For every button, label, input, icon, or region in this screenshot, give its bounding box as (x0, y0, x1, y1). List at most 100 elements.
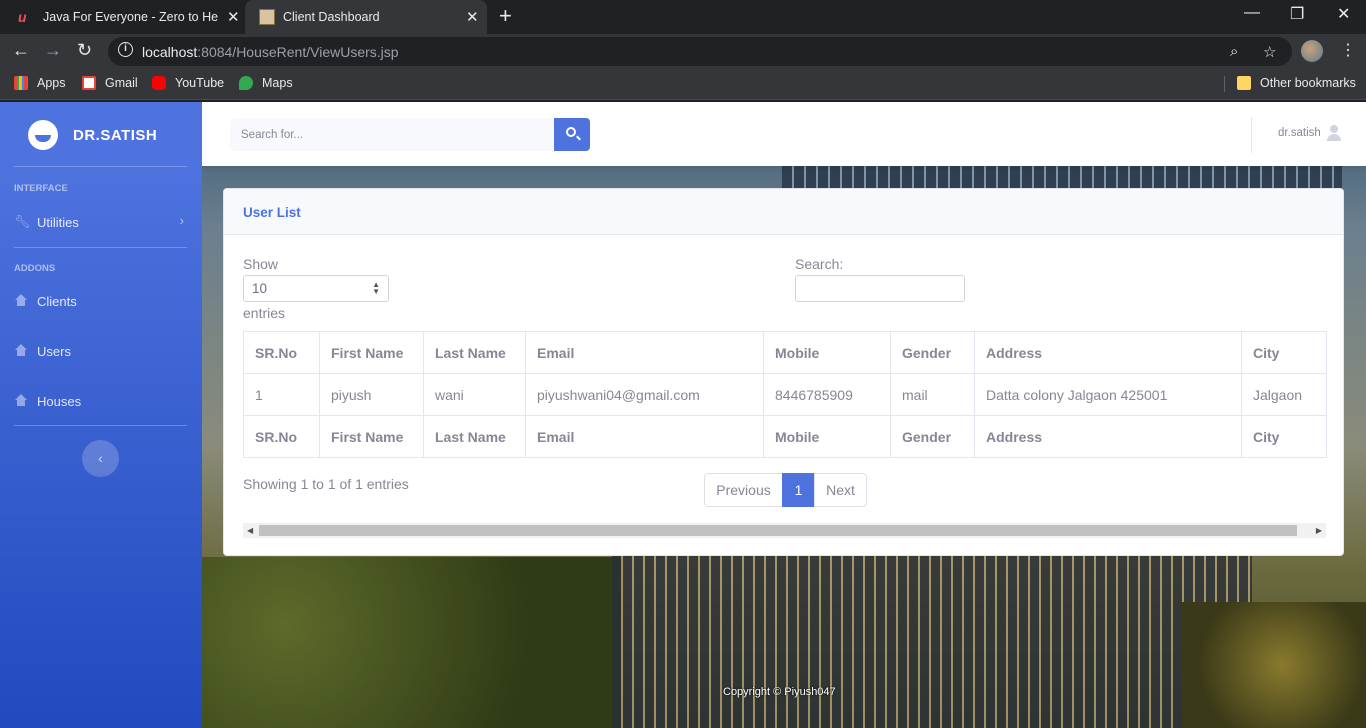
url-host: localhost (142, 44, 198, 60)
column-header[interactable]: Mobile (763, 331, 891, 374)
column-footer: Address (974, 415, 1242, 458)
scrollbar-thumb[interactable] (259, 525, 1297, 536)
close-window-icon[interactable]: ✕ (1337, 4, 1350, 24)
restore-icon[interactable]: ❐ (1290, 4, 1304, 24)
back-icon[interactable]: ← (12, 40, 30, 61)
card-title: User List (243, 205, 301, 220)
bookmark-other[interactable]: Other bookmarks (1237, 76, 1356, 90)
select-arrows-icon: ▲ ▼ (372, 280, 380, 296)
column-header[interactable]: First Name (319, 331, 424, 374)
column-footer: Email (525, 415, 764, 458)
user-icon[interactable] (1326, 125, 1342, 141)
background-photo (202, 557, 622, 728)
reload-icon[interactable]: ↻ (77, 40, 92, 61)
show-label: Show (243, 256, 279, 272)
site-info-icon[interactable]: i (118, 42, 133, 57)
search-input[interactable] (230, 118, 554, 151)
profile-avatar[interactable] (1301, 40, 1323, 62)
gmail-icon (82, 76, 96, 90)
browser-tab-strip: u Java For Everyone - Zero to Hero ✕ Cli… (0, 0, 1366, 34)
bookmark-youtube[interactable]: YouTube (152, 76, 224, 90)
tab-title: Java For Everyone - Zero to Hero (43, 10, 218, 24)
sidebar-item-users[interactable]: Users (14, 341, 187, 361)
home-icon (14, 294, 28, 308)
browser-tab-client-dashboard[interactable]: Client Dashboard ✕ (245, 0, 487, 34)
browser-tab-java[interactable]: u Java For Everyone - Zero to Hero ✕ (0, 0, 244, 34)
column-header[interactable]: Email (525, 331, 764, 374)
topbar-search (230, 118, 590, 151)
bookmark-label: YouTube (175, 76, 225, 90)
search-button[interactable] (554, 118, 590, 151)
zoom-icon[interactable]: ⌕ (1230, 43, 1238, 60)
new-tab-icon[interactable]: + (499, 3, 512, 29)
entries-select[interactable]: 10 ▲ ▼ (243, 275, 389, 302)
sidebar-divider (14, 425, 187, 426)
browser-toolbar: ← → ↻ i localhost:8084/HouseRent/ViewUse… (0, 34, 1366, 68)
next-page-button[interactable]: Next (814, 473, 867, 507)
table-search-input[interactable] (795, 275, 965, 302)
table-cell: 1 (243, 373, 320, 416)
background-photo (612, 552, 1252, 728)
sidebar-item-utilities[interactable]: 🔧︎ Utilities › (14, 212, 187, 232)
table-cell: piyush (319, 373, 424, 416)
scroll-left-icon[interactable]: ◀ (247, 526, 253, 535)
maps-pin-icon (239, 76, 253, 90)
sidebar-brand[interactable]: DR.SATISH (28, 120, 157, 150)
bookmark-gmail[interactable]: Gmail (82, 76, 138, 90)
bookmark-label: Apps (37, 76, 66, 90)
table-header-row: SR.No First Name Last Name Email Mobile … (243, 331, 1327, 374)
column-footer: City (1241, 415, 1327, 458)
content-wrapper: dr.satish User List Show 10 ▲▼ entries S… (202, 102, 1366, 728)
column-header[interactable]: Gender (890, 331, 975, 374)
sidebar-item-houses[interactable]: Houses (14, 391, 187, 411)
column-header[interactable]: Last Name (423, 331, 526, 374)
browser-menu-icon[interactable]: ⋮ (1340, 40, 1356, 60)
sidebar-item-clients[interactable]: Clients (14, 291, 187, 311)
sidebar-toggle-button[interactable]: ‹ (82, 440, 119, 477)
chevron-left-icon: ‹ (98, 450, 103, 466)
folder-icon (1237, 76, 1251, 90)
bookmark-apps[interactable]: Apps (14, 76, 66, 90)
bookmark-label: Other bookmarks (1260, 76, 1356, 90)
users-table: SR.No First Name Last Name Email Mobile … (243, 331, 1327, 458)
sidebar-heading-addons: ADDONS (14, 263, 56, 274)
column-header[interactable]: City (1241, 331, 1327, 374)
table-cell: 8446785909 (763, 373, 891, 416)
bookmark-maps[interactable]: Maps (239, 76, 293, 90)
background-photo (1182, 602, 1366, 728)
sidebar-divider (14, 166, 187, 167)
close-tab-icon[interactable]: ✕ (227, 8, 240, 26)
column-footer: Mobile (763, 415, 891, 458)
column-header[interactable]: SR.No (243, 331, 320, 374)
previous-page-button[interactable]: Previous (704, 473, 783, 507)
scroll-right-icon[interactable]: ▶ (1316, 526, 1322, 535)
table-row: 1 piyush wani piyushwani04@gmail.com 844… (243, 373, 1327, 416)
udemy-favicon-icon: u (18, 9, 27, 25)
page-1-button[interactable]: 1 (782, 473, 815, 507)
close-tab-icon[interactable]: ✕ (466, 8, 479, 26)
entries-label: entries (243, 305, 286, 321)
home-icon (14, 344, 28, 358)
app-root: DR.SATISH INTERFACE 🔧︎ Utilities › ADDON… (0, 102, 1366, 728)
table-cell: wani (423, 373, 526, 416)
table-search-label: Search: (795, 256, 844, 272)
column-header[interactable]: Address (974, 331, 1242, 374)
bookmark-star-icon[interactable]: ☆ (1263, 43, 1276, 61)
table-cell: Datta colony Jalgaon 425001 (974, 373, 1242, 416)
bookmark-label: Gmail (105, 76, 138, 90)
address-bar[interactable]: i localhost:8084/HouseRent/ViewUsers.jsp… (108, 37, 1292, 66)
bookmarks-divider (1224, 76, 1225, 92)
column-footer: First Name (319, 415, 424, 458)
forward-icon[interactable]: → (44, 40, 62, 61)
table-footer-row: SR.No First Name Last Name Email Mobile … (243, 415, 1327, 458)
table-cell: piyushwani04@gmail.com (525, 373, 764, 416)
horizontal-scrollbar[interactable]: ◀ ▶ (243, 523, 1326, 538)
table-cell: mail (890, 373, 975, 416)
user-name[interactable]: dr.satish (1278, 127, 1321, 139)
minimize-icon[interactable]: — (1244, 4, 1260, 22)
url-path: :8084/HouseRent/ViewUsers.jsp (197, 44, 399, 60)
card-header: User List (224, 189, 1343, 235)
url-text[interactable]: localhost:8084/HouseRent/ViewUsers.jsp (142, 44, 399, 60)
search-icon (566, 127, 576, 137)
home-icon (14, 394, 28, 408)
